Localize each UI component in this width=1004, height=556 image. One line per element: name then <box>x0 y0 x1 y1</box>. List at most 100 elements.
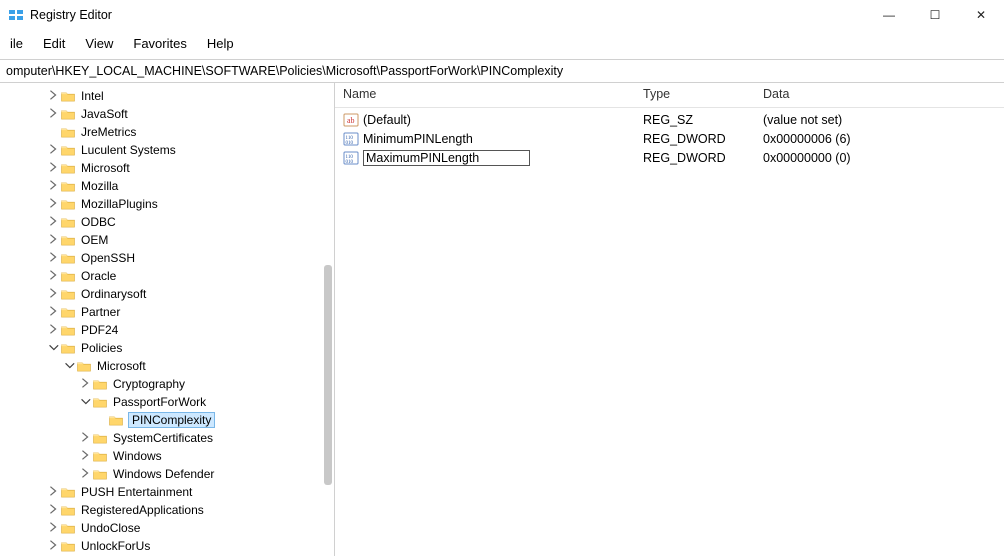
tree-expander[interactable] <box>46 485 60 500</box>
value-name-edit[interactable] <box>363 150 530 166</box>
tree-item-pdf24[interactable]: PDF24 <box>0 321 334 339</box>
tree-item-label: Microsoft <box>80 161 131 175</box>
value-type: REG_SZ <box>635 113 755 127</box>
tree-expander[interactable] <box>46 269 60 284</box>
folder-icon <box>92 377 108 391</box>
close-button[interactable]: ✕ <box>958 0 1004 30</box>
tree-item-label: Microsoft <box>96 359 147 373</box>
tree-scrollbar[interactable] <box>324 85 332 554</box>
tree-expander[interactable] <box>78 395 92 410</box>
tree-item-cryptography[interactable]: Cryptography <box>0 375 334 393</box>
folder-icon <box>60 287 76 301</box>
tree-item-label: ODBC <box>80 215 117 229</box>
tree-item-odbc[interactable]: ODBC <box>0 213 334 231</box>
tree-expander[interactable] <box>46 233 60 248</box>
tree-expander[interactable] <box>78 467 92 482</box>
column-name[interactable]: Name <box>335 87 635 101</box>
maximize-button[interactable]: ☐ <box>912 0 958 30</box>
tree-expander[interactable] <box>46 287 60 302</box>
tree-expander[interactable] <box>46 143 60 158</box>
value-type: REG_DWORD <box>635 132 755 146</box>
tree-expander[interactable] <box>46 521 60 536</box>
tree-scrollbar-thumb[interactable] <box>324 265 332 485</box>
folder-icon <box>60 305 76 319</box>
tree-item-windows-defender[interactable]: Windows Defender <box>0 465 334 483</box>
tree-item-label: Windows <box>112 449 163 463</box>
list-row[interactable]: (Default)REG_SZ(value not set) <box>335 110 1004 129</box>
tree-expander[interactable] <box>78 377 92 392</box>
tree-expander[interactable] <box>46 215 60 230</box>
tree-expander[interactable] <box>46 179 60 194</box>
folder-icon <box>60 89 76 103</box>
tree-item-unlockforus[interactable]: UnlockForUs <box>0 537 334 555</box>
tree-item-windows[interactable]: Windows <box>0 447 334 465</box>
folder-icon <box>60 539 76 553</box>
tree-expander[interactable] <box>46 305 60 320</box>
folder-icon <box>60 179 76 193</box>
tree-item-label: Oracle <box>80 269 117 283</box>
tree-expander[interactable] <box>46 503 60 518</box>
value-data: (value not set) <box>755 113 1004 127</box>
menu-view[interactable]: View <box>75 34 123 53</box>
list-row[interactable]: MinimumPINLengthREG_DWORD0x00000006 (6) <box>335 129 1004 148</box>
tree-item-microsoft[interactable]: Microsoft <box>0 159 334 177</box>
tree-expander[interactable] <box>46 341 60 356</box>
tree-item-label: Partner <box>80 305 121 319</box>
tree-item-undoclose[interactable]: UndoClose <box>0 519 334 537</box>
column-type[interactable]: Type <box>635 87 755 101</box>
list-pane: Name Type Data (Default)REG_SZ(value not… <box>335 83 1004 556</box>
tree-item-oracle[interactable]: Oracle <box>0 267 334 285</box>
tree-expander[interactable] <box>46 107 60 122</box>
tree-item-label: RegisteredApplications <box>80 503 205 517</box>
dword-value-icon <box>343 150 359 166</box>
tree-item-label: JavaSoft <box>80 107 129 121</box>
tree-item-luculent-systems[interactable]: Luculent Systems <box>0 141 334 159</box>
tree-item-mozillaplugins[interactable]: MozillaPlugins <box>0 195 334 213</box>
tree-item-systemcertificates[interactable]: SystemCertificates <box>0 429 334 447</box>
tree-item-label: Intel <box>80 89 105 103</box>
tree-expander[interactable] <box>46 539 60 554</box>
tree-item-push-entertainment[interactable]: PUSH Entertainment <box>0 483 334 501</box>
folder-icon <box>60 197 76 211</box>
tree-item-ordinarysoft[interactable]: Ordinarysoft <box>0 285 334 303</box>
tree-item-javasoft[interactable]: JavaSoft <box>0 105 334 123</box>
tree-item-pincomplexity[interactable]: PINComplexity <box>0 411 334 429</box>
menu-help[interactable]: Help <box>197 34 244 53</box>
minimize-button[interactable]: — <box>866 0 912 30</box>
column-data[interactable]: Data <box>755 87 1004 101</box>
tree-expander[interactable] <box>78 449 92 464</box>
tree-item-passportforwork[interactable]: PassportForWork <box>0 393 334 411</box>
tree-expander[interactable] <box>46 161 60 176</box>
tree-expander[interactable] <box>62 359 76 374</box>
tree-item-oem[interactable]: OEM <box>0 231 334 249</box>
string-value-icon <box>343 112 359 128</box>
menu-favorites[interactable]: Favorites <box>123 34 196 53</box>
folder-icon <box>60 125 76 139</box>
tree-item-jremetrics[interactable]: JreMetrics <box>0 123 334 141</box>
list-row[interactable]: REG_DWORD0x00000000 (0) <box>335 148 1004 167</box>
tree-item-intel[interactable]: Intel <box>0 87 334 105</box>
tree-expander[interactable] <box>46 323 60 338</box>
menu-file[interactable]: ile <box>0 34 33 53</box>
tree-item-microsoft[interactable]: Microsoft <box>0 357 334 375</box>
menu-edit[interactable]: Edit <box>33 34 75 53</box>
tree-item-registeredapplications[interactable]: RegisteredApplications <box>0 501 334 519</box>
list-header: Name Type Data <box>335 83 1004 108</box>
folder-icon <box>60 503 76 517</box>
tree-item-partner[interactable]: Partner <box>0 303 334 321</box>
tree-item-label: UndoClose <box>80 521 141 535</box>
tree-item-openssh[interactable]: OpenSSH <box>0 249 334 267</box>
tree-expander[interactable] <box>46 89 60 104</box>
tree-item-label: Policies <box>80 341 123 355</box>
folder-icon <box>60 215 76 229</box>
tree-item-mozilla[interactable]: Mozilla <box>0 177 334 195</box>
tree-expander[interactable] <box>78 431 92 446</box>
tree-expander[interactable] <box>46 197 60 212</box>
tree-expander[interactable] <box>46 251 60 266</box>
folder-icon <box>60 341 76 355</box>
tree-item-policies[interactable]: Policies <box>0 339 334 357</box>
address-bar[interactable]: omputer\HKEY_LOCAL_MACHINE\SOFTWARE\Poli… <box>0 59 1004 83</box>
tree-item-label: MozillaPlugins <box>80 197 159 211</box>
tree-item-label: Ordinarysoft <box>80 287 147 301</box>
tree-pane[interactable]: Intel JavaSoft JreMetricsLuculent Systems M… <box>0 83 335 556</box>
